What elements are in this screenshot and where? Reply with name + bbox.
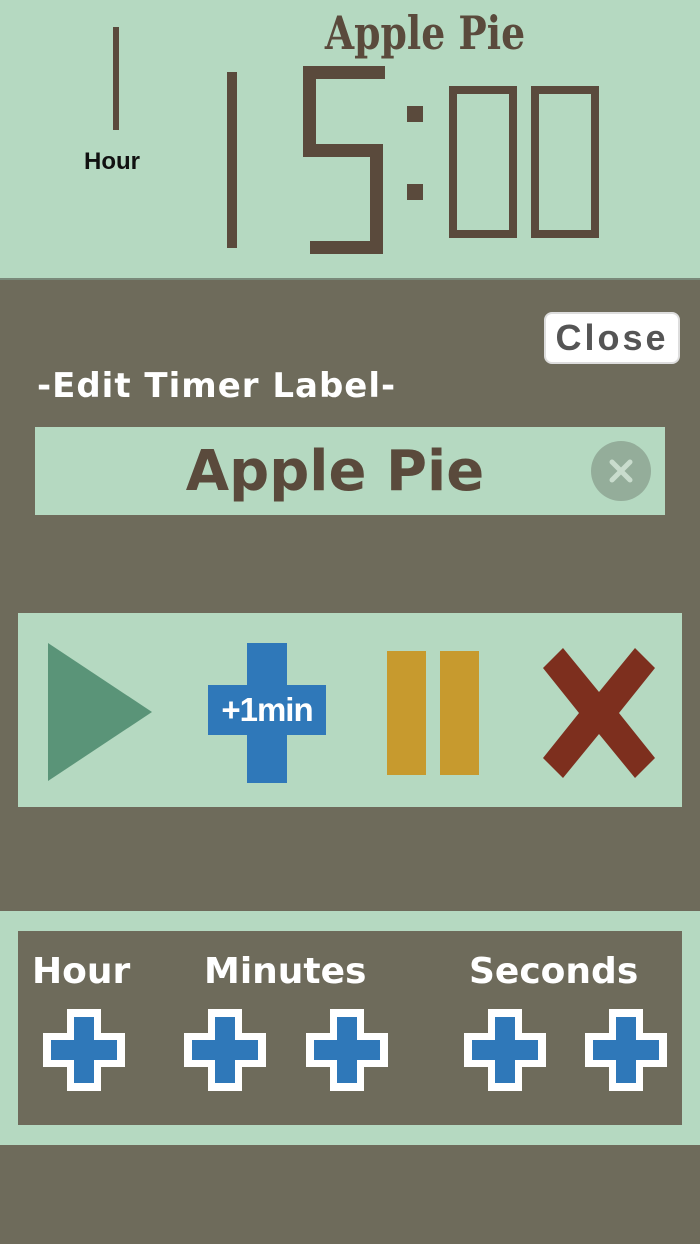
hour-caption: Hour	[84, 148, 140, 175]
clear-text-button[interactable]	[591, 441, 651, 501]
add-ten-seconds-button[interactable]	[464, 1009, 546, 1091]
minutes-label: Minutes	[204, 951, 367, 992]
add-ten-minutes-button[interactable]	[184, 1009, 266, 1091]
timer-label-field	[35, 427, 665, 515]
pause-icon	[387, 651, 479, 775]
timer-controls: +1min	[18, 613, 682, 807]
timer-display: Apple Pie Hour	[0, 0, 700, 280]
pause-button[interactable]	[386, 650, 480, 776]
adjust-panel: Hour Minutes Seconds	[18, 931, 682, 1125]
edit-label-heading: -Edit Timer Label-	[37, 366, 397, 406]
time-readout	[227, 66, 599, 254]
play-icon	[48, 643, 152, 781]
timer-label-input[interactable]	[35, 427, 595, 515]
plus-icon	[585, 1009, 667, 1091]
plus-icon	[306, 1009, 388, 1091]
close-button[interactable]: Close	[544, 312, 680, 364]
cancel-button[interactable]	[543, 648, 655, 778]
add-one-second-button[interactable]	[585, 1009, 667, 1091]
x-icon	[543, 648, 655, 778]
clear-icon	[609, 459, 633, 483]
add-hour-button[interactable]	[43, 1009, 125, 1091]
seconds-label: Seconds	[469, 951, 639, 992]
plus-icon	[464, 1009, 546, 1091]
hour-label: Hour	[32, 951, 131, 992]
hour-digit	[113, 27, 119, 130]
add-minute-button[interactable]: +1min	[207, 641, 327, 783]
add-one-minute-button[interactable]	[306, 1009, 388, 1091]
play-button[interactable]	[46, 641, 156, 783]
add-minute-label: +1min	[221, 691, 313, 728]
plus-icon	[43, 1009, 125, 1091]
plus-icon	[184, 1009, 266, 1091]
timer-title: Apple Pie	[324, 6, 526, 60]
